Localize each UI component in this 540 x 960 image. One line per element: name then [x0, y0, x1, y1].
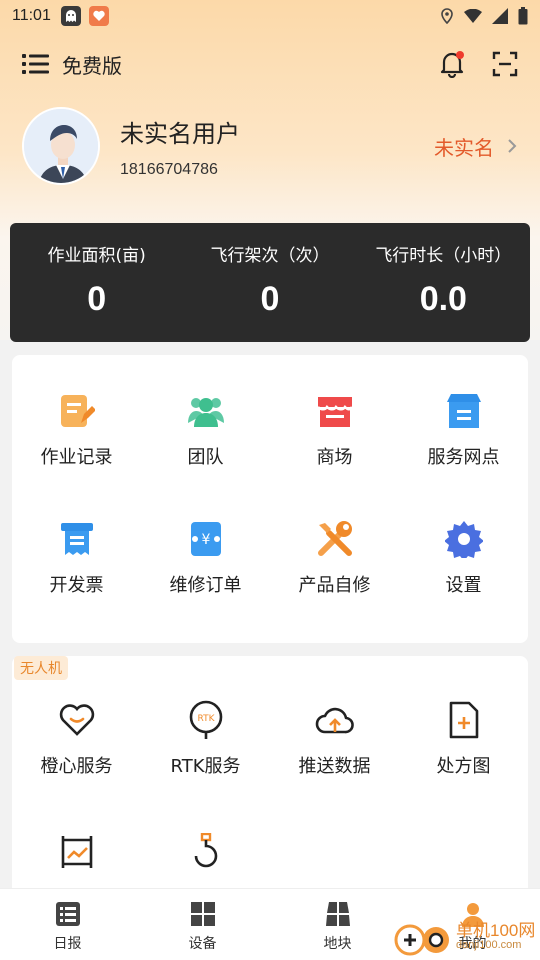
- stat-flights: 飞行架次（次） 0: [183, 223, 356, 342]
- avatar[interactable]: [22, 107, 100, 185]
- daily-report-icon: [55, 902, 80, 926]
- drone-rtk-service[interactable]: RTK RTK服务: [141, 664, 270, 792]
- watermark-sub: danji100.com: [456, 938, 522, 951]
- service-point-icon: [444, 391, 484, 431]
- service-service-point[interactable]: 服务网点: [399, 355, 528, 483]
- status-time: 11:01: [12, 7, 51, 24]
- store-icon: [315, 391, 355, 431]
- service-team[interactable]: 团队: [141, 355, 270, 483]
- tab-label: 设备: [188, 936, 217, 952]
- service-label: 商场: [316, 447, 353, 468]
- stat-label: 作业面积(亩): [47, 246, 146, 266]
- drone-push-data[interactable]: 推送数据: [270, 664, 399, 792]
- stat-value: 0: [260, 280, 280, 318]
- wifi-icon: [464, 9, 482, 23]
- user-phone: 18166704786: [120, 160, 218, 178]
- service-label: 开发票: [49, 575, 104, 596]
- stat-value: 0.0: [419, 280, 467, 318]
- verify-label: 未实名: [434, 135, 494, 160]
- tab-device[interactable]: 设备: [135, 889, 270, 960]
- stat-duration: 飞行时长（小时） 0.0: [357, 223, 530, 342]
- top-bar: 免费版: [0, 40, 540, 88]
- drone-card: 无人机 橙心服务 RTK RTK服务 推送数据 处方图: [12, 656, 528, 896]
- watermark-text: 单机100网: [456, 920, 536, 940]
- edition-label[interactable]: 免费版: [62, 50, 122, 79]
- heart-smile-icon: [57, 700, 97, 740]
- ghost-app-icon: [60, 6, 81, 26]
- drone-tag: 无人机: [14, 656, 68, 680]
- bell-icon[interactable]: [438, 50, 466, 78]
- battery-icon: [518, 7, 528, 25]
- service-invoice[interactable]: 开发票: [12, 483, 141, 611]
- chart-frame-icon: [57, 832, 97, 872]
- drone-label: 处方图: [436, 756, 491, 777]
- drone-label: 橙心服务: [40, 756, 113, 777]
- device-grid-icon: [190, 902, 215, 926]
- wrench-icon: [315, 519, 355, 559]
- user-name: 未实名用户: [120, 119, 240, 148]
- verify-status[interactable]: 未实名: [434, 132, 522, 161]
- service-label: 服务网点: [427, 447, 500, 468]
- stat-label: 飞行架次（次）: [210, 246, 330, 266]
- service-label: 维修订单: [169, 575, 242, 596]
- cloud-upload-icon: [315, 700, 355, 740]
- watermark: 单机100网 danji100.com: [390, 912, 540, 960]
- svg-text:¥: ¥: [201, 532, 210, 548]
- field-icon: [325, 902, 350, 926]
- signal-icon: [492, 8, 508, 24]
- services-card: 作业记录 团队 商场 服务网点 开发票 ¥ 维修订单 产品自修 设置: [12, 355, 528, 643]
- service-settings[interactable]: 设置: [399, 483, 528, 611]
- profile-section[interactable]: 未实名用户 18166704786 未实名: [22, 106, 522, 186]
- tab-label: 日报: [53, 936, 82, 952]
- drone-label: 推送数据: [298, 756, 371, 777]
- watermark-logo-icon: [394, 924, 449, 956]
- service-label: 产品自修: [298, 575, 371, 596]
- scan-icon[interactable]: [492, 51, 518, 77]
- drone-label: RTK服务: [170, 756, 241, 777]
- hook-icon: [186, 832, 226, 872]
- stat-area: 作业面积(亩) 0: [10, 223, 183, 342]
- status-bar: 11:01: [0, 0, 540, 32]
- drone-prescription-map[interactable]: 处方图: [399, 664, 528, 792]
- drone-orange-service[interactable]: 橙心服务: [12, 664, 141, 792]
- prescription-map-icon: [444, 700, 484, 740]
- service-label: 作业记录: [40, 447, 113, 468]
- service-work-record[interactable]: 作业记录: [12, 355, 141, 483]
- stat-value: 0: [87, 280, 107, 318]
- service-repair-order[interactable]: ¥ 维修订单: [141, 483, 270, 611]
- note-edit-icon: [57, 391, 97, 431]
- tab-label: 地块: [323, 936, 352, 952]
- list-icon[interactable]: [22, 53, 50, 75]
- chevron-right-icon: [508, 139, 517, 153]
- location-icon: [441, 8, 453, 24]
- service-label: 团队: [187, 447, 224, 468]
- svg-text:RTK: RTK: [197, 714, 215, 724]
- tab-field[interactable]: 地块: [270, 889, 405, 960]
- gear-icon: [444, 519, 484, 559]
- repair-order-icon: ¥: [186, 519, 226, 559]
- team-icon: [186, 391, 226, 431]
- stats-panel: 作业面积(亩) 0 飞行架次（次） 0 飞行时长（小时） 0.0: [10, 223, 530, 342]
- service-store[interactable]: 商场: [270, 355, 399, 483]
- invoice-icon: [57, 519, 97, 559]
- stat-label: 飞行时长（小时）: [375, 246, 512, 266]
- heart-app-icon: [88, 6, 109, 26]
- rtk-icon: RTK: [186, 700, 226, 740]
- tab-daily-report[interactable]: 日报: [0, 889, 135, 960]
- service-label: 设置: [445, 575, 482, 596]
- service-self-repair[interactable]: 产品自修: [270, 483, 399, 611]
